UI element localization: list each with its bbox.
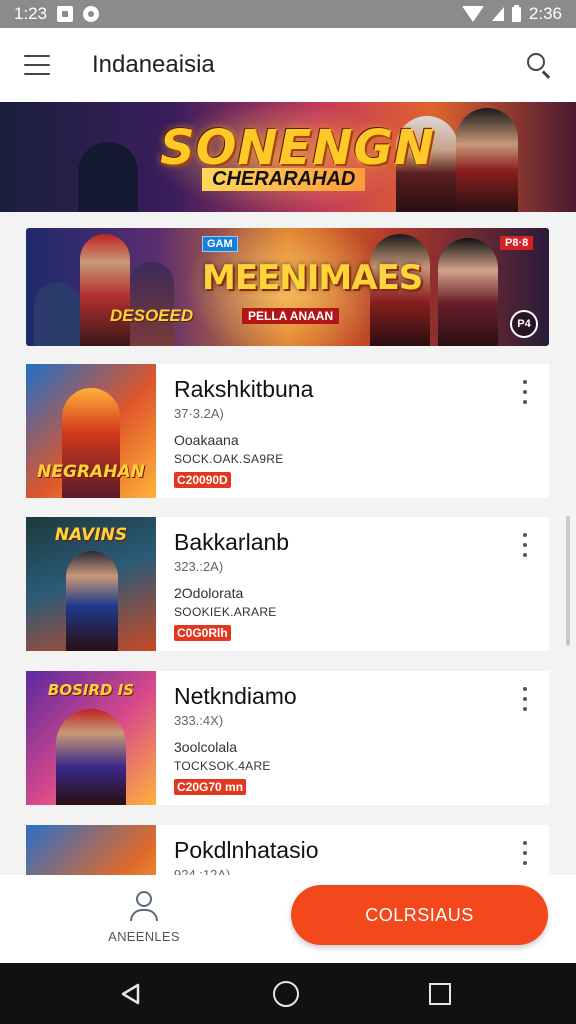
feature-left-text: DESOEED bbox=[110, 306, 194, 325]
game-title: Netkndiamo bbox=[174, 683, 297, 709]
game-title: Rakshkitbuna bbox=[174, 376, 314, 402]
menu-icon[interactable] bbox=[24, 55, 50, 75]
feature-character-3 bbox=[130, 262, 174, 346]
game-thumbnail: NAVINS bbox=[26, 517, 156, 651]
app-title: Indaneaisia bbox=[92, 51, 215, 78]
feature-title: MEENIMAES bbox=[202, 258, 423, 298]
hero-character-right bbox=[456, 108, 518, 212]
status-time-left: 1:23 bbox=[14, 4, 48, 23]
game-card[interactable]: BOSIRD IS Netkndiamo 333.:4X) 3oolcolala… bbox=[26, 671, 549, 805]
hero-silhouette bbox=[78, 142, 138, 212]
game-card[interactable]: NAVINS Bakkarlanb 323.:2A) 2Odolorata SO… bbox=[26, 517, 549, 651]
game-title: Bakkarlanb bbox=[174, 529, 290, 555]
game-meta: 323.:2A) bbox=[174, 559, 224, 574]
feature-subtitle: PELLA ANAAN bbox=[242, 308, 340, 324]
status-bar: 1:23 2:36 bbox=[0, 0, 576, 28]
game-developer: Ooakaana bbox=[174, 432, 239, 448]
system-nav-bar bbox=[0, 963, 576, 1024]
status-time-right: 2:36 bbox=[528, 4, 562, 23]
profile-button[interactable]: ANEENLES bbox=[96, 889, 192, 951]
game-thumbnail: NEGRAHAN bbox=[26, 364, 156, 498]
signal-icon bbox=[491, 7, 504, 21]
home-icon[interactable] bbox=[273, 981, 299, 1007]
person-icon bbox=[129, 889, 159, 921]
game-price-badge: C0G0Rlh bbox=[174, 625, 231, 641]
app-bar: Indaneaisia bbox=[0, 28, 576, 102]
search-icon[interactable] bbox=[526, 52, 552, 79]
thumbnail-label: BOSIRD IS bbox=[47, 681, 135, 699]
feature-character-2 bbox=[80, 234, 130, 346]
feature-badge-left: GAM bbox=[202, 236, 238, 252]
game-title: Pokdlnhatasio bbox=[174, 837, 319, 863]
thumbnail-label: NEGRAHAN bbox=[37, 462, 145, 482]
hero-subtitle: CHERARAHAD bbox=[202, 168, 366, 191]
game-meta: 333.:4X) bbox=[174, 713, 224, 728]
feature-character-1 bbox=[34, 282, 80, 346]
game-developer: 3oolcolala bbox=[174, 739, 238, 755]
game-category: TOCKSOK.4ARE bbox=[174, 759, 271, 773]
notification-square-icon bbox=[57, 6, 74, 22]
thumbnail-label: NAVINS bbox=[54, 525, 128, 545]
wifi-icon bbox=[461, 6, 484, 22]
game-card[interactable]: NEGRAHAN Rakshkitbuna 37·3.2A) Ooakaana … bbox=[26, 364, 549, 498]
settings-icon bbox=[83, 6, 100, 22]
back-icon[interactable] bbox=[120, 983, 142, 1005]
hero-banner[interactable]: SONENGN CHERARAHAD bbox=[0, 102, 576, 212]
scrollbar[interactable] bbox=[566, 516, 570, 646]
feature-character-5 bbox=[438, 238, 498, 346]
game-price-badge: C20G70 mn bbox=[174, 779, 247, 795]
more-options-icon[interactable] bbox=[521, 380, 529, 404]
game-price-badge: C20090D bbox=[174, 472, 231, 488]
feature-badge-circle: P4 bbox=[510, 310, 538, 338]
game-thumbnail: BOSIRD IS bbox=[26, 671, 156, 805]
more-options-icon[interactable] bbox=[521, 687, 529, 711]
battery-icon bbox=[511, 4, 521, 22]
recents-icon[interactable] bbox=[429, 983, 451, 1005]
game-category: SOOKIEK.ARARE bbox=[174, 605, 277, 619]
more-options-icon[interactable] bbox=[521, 841, 529, 865]
game-category: SOCK.OAK.SA9RE bbox=[174, 452, 284, 466]
game-developer: 2Odolorata bbox=[174, 585, 244, 601]
feature-badge-right: P8·8 bbox=[500, 236, 534, 250]
profile-label: ANEENLES bbox=[108, 929, 180, 944]
feature-banner[interactable]: GAM P8·8 MEENIMAES PELLA ANAAN DESOEED P… bbox=[26, 228, 549, 346]
more-options-icon[interactable] bbox=[521, 533, 529, 557]
bottom-bar: ANEENLES COLRSIAUS bbox=[0, 875, 576, 963]
game-meta: 37·3.2A) bbox=[174, 406, 224, 421]
primary-action-button[interactable]: COLRSIAUS bbox=[291, 885, 548, 945]
